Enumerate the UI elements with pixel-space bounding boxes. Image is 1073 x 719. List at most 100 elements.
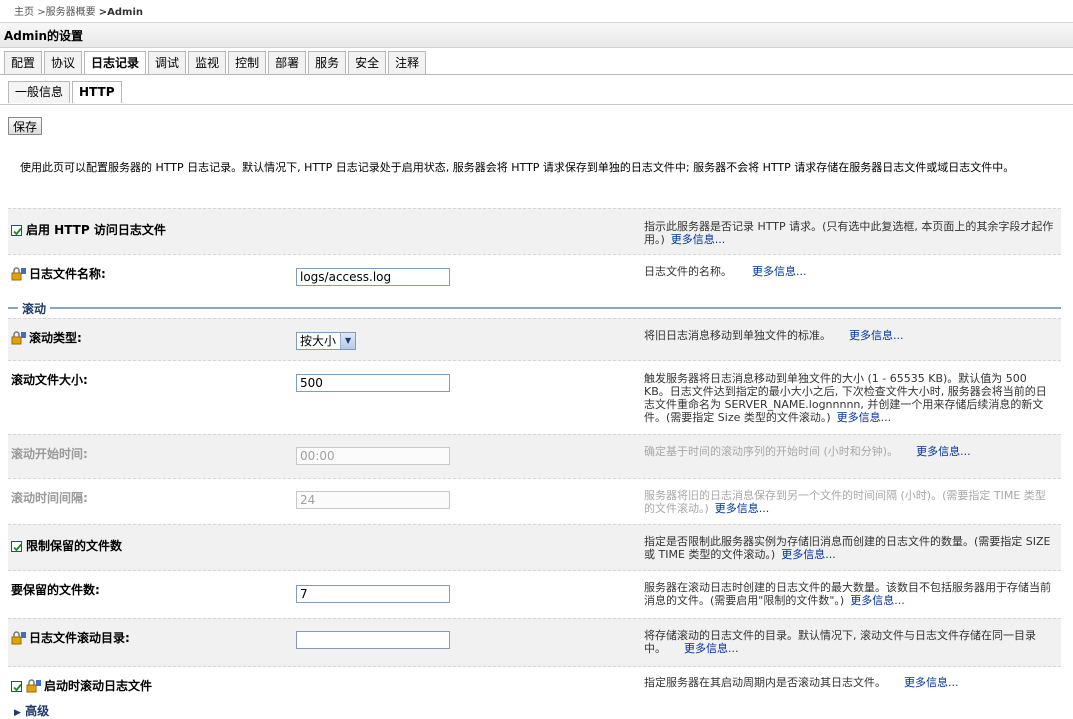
breadcrumb-home[interactable]: 主页 — [14, 7, 34, 18]
rotate-on-startup-label: 启动时滚动日志文件 — [44, 679, 153, 693]
advanced-label: 高级 — [25, 704, 50, 718]
enable-http-label: 启用 HTTP 访问日志文件 — [26, 223, 166, 237]
lock-icon — [26, 679, 41, 693]
log-file-name-input[interactable]: logs/access.log — [296, 268, 450, 286]
more-info-link[interactable]: 更多信息... — [850, 594, 905, 607]
files-to-retain-row: 要保留的文件数: 7 服务器在滚动日志时创建的日志文件的最大数量。该数目不包括服… — [8, 570, 1061, 619]
rotation-start-label: 滚动开始时间: — [11, 447, 88, 461]
subtab-general[interactable]: 一般信息 — [8, 81, 71, 103]
rotation-dir-row: 日志文件滚动目录: 将存储滚动的日志文件的目录。默认情况下, 滚动文件与日志文件… — [8, 618, 1061, 667]
more-info-link[interactable]: 更多信息... — [781, 548, 836, 561]
chevron-down-icon[interactable]: ▼ — [340, 333, 356, 349]
help-text: 服务器在滚动日志时创建的日志文件的最大数量。该数目不包括服务器用于存储当前消息的… — [644, 581, 1051, 607]
more-info-link[interactable]: 更多信息... — [715, 502, 770, 515]
breadcrumb-current: Admin — [107, 7, 144, 18]
rotation-dir-label-wrap: 日志文件滚动目录: — [11, 629, 130, 646]
log-file-name-help: 日志文件的名称。 更多信息... — [644, 265, 1056, 278]
rotation-interval-help: 服务器将旧的日志消息保存到另一个文件的时间间隔 (小时)。(需要指定 TIME … — [644, 489, 1056, 515]
more-info-link[interactable]: 更多信息... — [849, 329, 904, 342]
page-title-bar: Admin的设置 — [0, 22, 1073, 48]
expand-arrow-icon: ▶ — [14, 708, 21, 718]
log-file-name-label: 日志文件名称: — [29, 267, 106, 281]
main-tabs: 配置 协议 日志记录 调试 监视 控制 部署 服务 安全 注释 — [4, 51, 428, 75]
more-info-link[interactable]: 更多信息... — [837, 411, 892, 424]
rotation-section-title: 滚动 — [18, 300, 51, 317]
more-info-link[interactable]: 更多信息... — [671, 233, 726, 246]
files-to-retain-input[interactable]: 7 — [296, 585, 450, 603]
sub-tabs: 一般信息 HTTP — [8, 81, 124, 103]
tab-logging[interactable]: 日志记录 — [84, 51, 147, 75]
rotation-type-value: 按大小 — [300, 334, 337, 348]
lock-icon — [11, 631, 26, 645]
subtab-divider — [0, 104, 1073, 105]
breadcrumb-separator: > — [37, 7, 46, 18]
enable-http-row: 启用 HTTP 访问日志文件 指示此服务器是否记录 HTTP 请求。(只有选中此… — [8, 208, 1061, 255]
rotation-interval-label: 滚动时间间隔: — [11, 491, 88, 505]
save-button[interactable]: 保存 — [8, 117, 43, 135]
rotate-on-startup-row: 启动时滚动日志文件 指定服务器在其启动周期内是否滚动其日志文件。 更多信息... — [8, 666, 1061, 701]
rotation-size-input[interactable]: 500 — [296, 374, 450, 392]
tab-notes[interactable]: 注释 — [388, 51, 427, 74]
tab-services[interactable]: 服务 — [308, 51, 347, 74]
lock-icon — [11, 331, 26, 345]
rotate-on-startup-label-wrap: 启动时滚动日志文件 — [11, 677, 152, 694]
breadcrumb: 主页 >服务器概要 >Admin — [14, 3, 143, 18]
limit-files-help: 指定是否限制此服务器实例为存储旧消息而创建的日志文件的数量。(需要指定 SIZE… — [644, 535, 1056, 561]
enable-http-help: 指示此服务器是否记录 HTTP 请求。(只有选中此复选框, 本页面上的其余字段才… — [644, 220, 1056, 246]
rotation-dir-label: 日志文件滚动目录: — [29, 631, 130, 645]
rotate-on-startup-checkbox[interactable] — [11, 681, 22, 692]
tab-control[interactable]: 控制 — [228, 51, 267, 74]
breadcrumb-separator: > — [98, 7, 108, 18]
rotation-type-help: 将旧日志消息移动到单独文件的标准。 更多信息... — [644, 329, 1056, 342]
rotation-start-row: 滚动开始时间: 00:00 确定基于时间的滚动序列的开始时间 (小时和分钟)。 更… — [8, 434, 1061, 479]
more-info-link[interactable]: 更多信息... — [916, 445, 971, 458]
rotation-type-select[interactable]: 按大小 ▼ — [296, 332, 357, 350]
tab-debug[interactable]: 调试 — [148, 51, 187, 74]
tab-protocol[interactable]: 协议 — [44, 51, 83, 74]
more-info-link[interactable]: 更多信息... — [752, 265, 807, 278]
limit-files-label-wrap: 限制保留的文件数 — [11, 537, 122, 554]
breadcrumb-servers[interactable]: 服务器概要 — [46, 7, 96, 18]
help-text: 将旧日志消息移动到单独文件的标准。 — [644, 329, 831, 342]
rotation-dir-help: 将存储滚动的日志文件的目录。默认情况下, 滚动文件与日志文件存储在同一目录中。更… — [644, 629, 1056, 655]
tab-deploy[interactable]: 部署 — [268, 51, 307, 74]
rotation-interval-input: 24 — [296, 491, 450, 509]
rotation-size-help: 触发服务器将日志消息移动到单独文件的大小 (1 - 65535 KB)。默认值为… — [644, 372, 1056, 424]
rotation-start-input: 00:00 — [296, 447, 450, 465]
lock-icon — [11, 267, 26, 281]
help-text: 指定服务器在其启动周期内是否滚动其日志文件。 — [644, 676, 886, 689]
enable-http-label-wrap: 启用 HTTP 访问日志文件 — [11, 221, 166, 238]
rotation-type-label: 滚动类型: — [29, 331, 82, 345]
rotation-size-label: 滚动文件大小: — [11, 373, 88, 387]
subtab-http[interactable]: HTTP — [72, 81, 122, 103]
rotation-size-row: 滚动文件大小: 500 触发服务器将日志消息移动到单独文件的大小 (1 - 65… — [8, 360, 1061, 435]
tab-divider — [0, 74, 1073, 75]
rotation-type-row: 滚动类型: 按大小 ▼ 将旧日志消息移动到单独文件的标准。 更多信息... — [8, 318, 1061, 361]
help-text: 服务器将旧的日志消息保存到另一个文件的时间间隔 (小时)。(需要指定 TIME … — [644, 489, 1046, 515]
rotate-on-startup-help: 指定服务器在其启动周期内是否滚动其日志文件。 更多信息... — [644, 676, 1056, 689]
page-title: Admin的设置 — [4, 29, 84, 43]
page-intro: 使用此页可以配置服务器的 HTTP 日志记录。默认情况下, HTTP 日志记录处… — [20, 161, 1015, 174]
help-text: 确定基于时间的滚动序列的开始时间 (小时和分钟)。 — [644, 445, 899, 458]
tab-monitor[interactable]: 监视 — [188, 51, 227, 74]
rotation-start-help: 确定基于时间的滚动序列的开始时间 (小时和分钟)。 更多信息... — [644, 445, 1056, 458]
more-info-link[interactable]: 更多信息... — [904, 676, 959, 689]
tab-config[interactable]: 配置 — [4, 51, 43, 74]
files-to-retain-label: 要保留的文件数: — [11, 583, 100, 597]
tab-security[interactable]: 安全 — [348, 51, 387, 74]
log-file-name-row: 日志文件名称: logs/access.log 日志文件的名称。 更多信息... — [8, 254, 1061, 297]
rotation-type-label-wrap: 滚动类型: — [11, 329, 82, 346]
section-divider — [8, 307, 1061, 309]
enable-http-checkbox[interactable] — [11, 225, 22, 236]
files-to-retain-help: 服务器在滚动日志时创建的日志文件的最大数量。该数目不包括服务器用于存储当前消息的… — [644, 581, 1056, 607]
limit-files-label: 限制保留的文件数 — [26, 539, 123, 553]
help-text: 日志文件的名称。 — [644, 265, 732, 278]
more-info-link[interactable]: 更多信息... — [684, 642, 739, 655]
limit-files-row: 限制保留的文件数 指定是否限制此服务器实例为存储旧消息而创建的日志文件的数量。(… — [8, 524, 1061, 571]
limit-files-checkbox[interactable] — [11, 541, 22, 552]
rotation-interval-row: 滚动时间间隔: 24 服务器将旧的日志消息保存到另一个文件的时间间隔 (小时)。… — [8, 478, 1061, 525]
help-text: 指定是否限制此服务器实例为存储旧消息而创建的日志文件的数量。(需要指定 SIZE… — [644, 535, 1051, 561]
rotation-dir-input[interactable] — [296, 631, 450, 649]
advanced-toggle[interactable]: ▶ 高级 — [14, 702, 49, 719]
log-file-name-label-wrap: 日志文件名称: — [11, 265, 106, 282]
